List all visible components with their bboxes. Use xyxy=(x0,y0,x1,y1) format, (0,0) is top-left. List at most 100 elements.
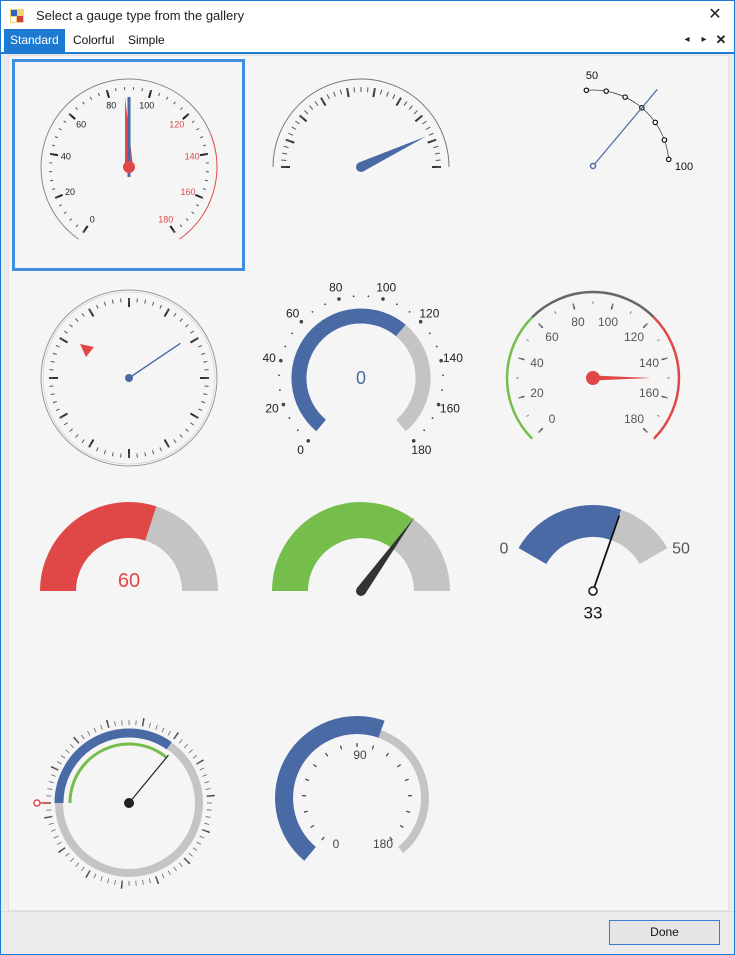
minor-tick xyxy=(295,120,300,125)
needle-cap xyxy=(589,162,597,170)
gauge-canvas: 020406080 10012014016018050100020406080 10… xyxy=(33,70,693,889)
gauge-standard-8[interactable] xyxy=(272,502,450,596)
minor-tick xyxy=(173,734,177,740)
minor-tick xyxy=(50,774,56,777)
gauge-standard-11[interactable]: 0 90 180 xyxy=(275,716,429,861)
tick-mark xyxy=(404,778,409,782)
scale-label: 180 xyxy=(158,214,173,224)
tick-dot xyxy=(352,295,355,298)
minor-tick xyxy=(63,330,68,334)
tick-dot xyxy=(324,303,327,306)
tick-dot xyxy=(367,295,370,298)
minor-tick xyxy=(159,447,162,452)
minor-tick xyxy=(203,360,208,363)
gauge-standard-7[interactable]: 60 xyxy=(40,502,218,592)
minor-tick xyxy=(60,847,66,851)
done-button[interactable]: Done xyxy=(609,920,720,945)
minor-tick xyxy=(379,89,383,95)
minor-tick xyxy=(63,211,67,215)
minor-tick xyxy=(158,92,161,97)
gauge-standard-3[interactable]: 50 100 xyxy=(583,70,693,173)
minor-tick xyxy=(178,739,183,744)
minor-tick xyxy=(291,126,297,130)
range-bar-fill xyxy=(518,505,622,565)
scale-label: 20 xyxy=(65,187,75,197)
minor-tick xyxy=(93,873,97,879)
tick-mark xyxy=(406,810,411,813)
minor-tick xyxy=(107,878,110,884)
range-gray xyxy=(531,290,655,319)
minor-tick xyxy=(283,145,289,149)
minor-tick xyxy=(48,822,54,825)
minor-tick xyxy=(339,89,343,95)
minor-tick xyxy=(53,835,59,839)
minor-tick xyxy=(52,188,56,190)
minor-tick xyxy=(656,339,660,342)
minor-tick xyxy=(111,299,114,304)
tick-dot xyxy=(288,417,291,419)
minor-tick xyxy=(55,408,60,411)
minor-tick xyxy=(333,91,336,97)
minor-tick xyxy=(173,312,177,317)
minor-tick xyxy=(96,304,99,309)
minor-tick xyxy=(75,107,78,111)
gauge-standard-10[interactable] xyxy=(33,718,215,889)
scale-label: 140 xyxy=(185,151,200,161)
needle xyxy=(593,375,651,381)
minor-tick xyxy=(115,88,117,92)
minor-tick xyxy=(114,879,116,885)
minor-tick xyxy=(422,120,427,125)
minor-tick xyxy=(200,136,204,139)
tick-dot xyxy=(423,429,426,432)
minor-tick xyxy=(148,878,151,884)
minor-tick xyxy=(191,120,195,123)
minor-tick xyxy=(82,101,85,105)
minor-tick xyxy=(167,730,171,736)
scale-dot xyxy=(652,119,659,126)
scale-label: 180 xyxy=(624,412,644,426)
minor-tick xyxy=(65,749,70,754)
minor-tick xyxy=(192,755,198,759)
minor-tick xyxy=(144,452,147,457)
scale-dot xyxy=(583,87,590,94)
scale-label: 160 xyxy=(639,386,659,400)
scale-label: 180 xyxy=(373,837,393,851)
tick-mark xyxy=(303,810,308,813)
minor-tick xyxy=(202,774,208,777)
gauge-standard-2[interactable] xyxy=(272,78,450,172)
minor-tick xyxy=(141,88,143,92)
minor-tick xyxy=(185,218,189,222)
minor-tick xyxy=(60,755,66,759)
gauge-standard-1[interactable]: 0 20 40 60 80 100 120 140 160 180 xyxy=(40,78,218,240)
gauge-standard-6[interactable]: 0 20 4060 80 100 120 140 160 180 xyxy=(505,290,681,440)
minor-tick xyxy=(50,360,55,363)
minor-tick xyxy=(63,422,68,426)
minor-tick xyxy=(103,301,106,306)
gauge-standard-9[interactable]: 0 50 33 xyxy=(500,505,690,623)
gauge-standard-4[interactable] xyxy=(40,289,218,467)
tick-mark xyxy=(399,824,404,829)
minor-tick xyxy=(75,224,79,228)
minor-tick xyxy=(314,101,319,106)
gauge-standard-5[interactable]: 0 20 40 60 80 100 120 140 160 180 0 xyxy=(262,280,463,457)
minor-tick xyxy=(204,781,210,784)
tick-mark xyxy=(397,764,401,768)
minor-tick xyxy=(152,450,155,455)
scale-label: 180 xyxy=(411,443,431,457)
minor-tick xyxy=(155,724,158,730)
minor-tick xyxy=(309,105,314,110)
needle-cap xyxy=(356,586,366,596)
minor-tick xyxy=(81,866,85,872)
tick-mark xyxy=(310,824,315,829)
minor-tick xyxy=(75,434,79,438)
minor-tick xyxy=(198,345,203,348)
minor-tick xyxy=(196,841,202,845)
minor-tick xyxy=(288,132,294,136)
minor-tick xyxy=(183,857,188,862)
minor-tick xyxy=(434,152,440,155)
minor-tick xyxy=(403,101,408,106)
tick-dot xyxy=(281,402,286,407)
minor-tick xyxy=(75,739,80,744)
tick-dot xyxy=(408,311,411,313)
minor-tick xyxy=(81,439,85,444)
